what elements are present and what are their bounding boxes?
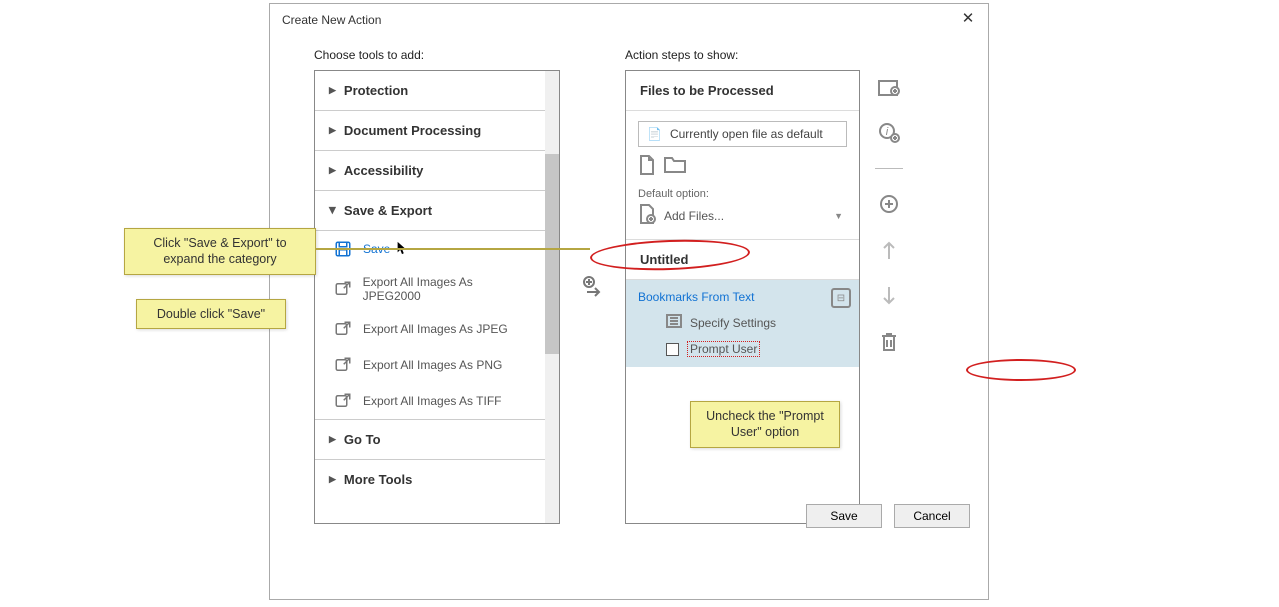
- add-file-icon: [638, 204, 656, 227]
- title-bar: Create New Action ✕: [270, 4, 988, 36]
- cancel-button[interactable]: Cancel: [894, 504, 970, 528]
- category-label: Document Processing: [344, 123, 481, 138]
- export-icon: [333, 279, 353, 299]
- export-icon: [333, 319, 353, 339]
- category-save-export[interactable]: ▶ Save & Export: [315, 191, 559, 231]
- specify-settings-row[interactable]: Specify Settings: [638, 314, 847, 331]
- prompt-user-row[interactable]: Prompt User: [638, 341, 847, 357]
- tool-label: Export All Images As JPEG: [363, 322, 508, 336]
- chevron-right-icon: ▶: [329, 474, 336, 485]
- callout-uncheck-prompt: Uncheck the "Prompt User" option: [690, 401, 840, 448]
- add-instruction-icon[interactable]: i: [878, 122, 900, 144]
- scrollbar-thumb[interactable]: [545, 154, 559, 354]
- highlight-prompt-user: [966, 359, 1076, 381]
- tool-export-jpeg2000[interactable]: Export All Images As JPEG2000: [315, 267, 545, 311]
- add-folder-icon[interactable]: [878, 76, 900, 98]
- move-down-icon[interactable]: [878, 285, 900, 307]
- action-step[interactable]: Bookmarks From Text ⊟ Specify Settings P…: [626, 280, 859, 367]
- category-label: Go To: [344, 432, 381, 447]
- default-option-label: Default option:: [638, 188, 847, 200]
- step-options-icon[interactable]: ⊟: [831, 288, 851, 308]
- tools-list: ▶ Protection ▶ Document Processing ▶ Acc…: [314, 70, 560, 524]
- current-file-row[interactable]: 📄 Currently open file as default: [638, 121, 847, 147]
- chevron-right-icon: ▶: [329, 125, 336, 136]
- steps-section-label: Action steps to show:: [625, 48, 860, 62]
- category-document-processing[interactable]: ▶ Document Processing: [315, 111, 559, 151]
- dropdown-icon: ▼: [834, 211, 843, 221]
- category-label: Accessibility: [344, 163, 424, 178]
- settings-list-icon: [666, 314, 682, 331]
- files-header: Files to be Processed: [626, 71, 859, 111]
- tool-label: Export All Images As TIFF: [363, 394, 502, 408]
- export-icon: [333, 391, 353, 411]
- chevron-right-icon: ▶: [329, 165, 336, 176]
- tool-label: Export All Images As JPEG2000: [363, 275, 531, 303]
- add-files-dropdown[interactable]: Add Files... ▼: [638, 204, 847, 227]
- close-icon[interactable]: ✕: [958, 8, 978, 28]
- steps-box: Files to be Processed 📄 Currently open f…: [625, 70, 860, 524]
- callout-double-click-save: Double click "Save": [136, 299, 286, 329]
- tool-export-tiff[interactable]: Export All Images As TIFF: [315, 383, 545, 419]
- add-files-label: Add Files...: [664, 209, 724, 223]
- new-file-icon[interactable]: [638, 155, 656, 178]
- category-label: More Tools: [344, 472, 412, 487]
- specify-label: Specify Settings: [690, 316, 776, 330]
- move-up-icon[interactable]: [878, 239, 900, 261]
- choose-tools-label: Choose tools to add:: [314, 48, 560, 62]
- category-protection[interactable]: ▶ Protection: [315, 71, 559, 111]
- tool-label: Export All Images As PNG: [363, 358, 502, 372]
- chevron-down-icon: ▶: [327, 207, 338, 214]
- category-label: Protection: [344, 83, 408, 98]
- tool-export-jpeg[interactable]: Export All Images As JPEG: [315, 311, 545, 347]
- export-icon: [333, 355, 353, 375]
- dialog-title: Create New Action: [282, 13, 381, 27]
- prompt-label: Prompt User: [687, 341, 760, 357]
- category-accessibility[interactable]: ▶ Accessibility: [315, 151, 559, 191]
- callout-save-export: Click "Save & Export" to expand the cate…: [124, 228, 316, 275]
- step-name: Bookmarks From Text: [638, 290, 847, 304]
- divider: [875, 168, 903, 169]
- chevron-right-icon: ▶: [329, 434, 336, 445]
- create-action-dialog: Create New Action ✕ Choose tools to add:…: [269, 3, 989, 600]
- add-step-icon[interactable]: [581, 274, 605, 298]
- tool-export-png[interactable]: Export All Images As PNG: [315, 347, 545, 383]
- category-more-tools[interactable]: ▶ More Tools: [315, 460, 559, 499]
- prompt-user-checkbox[interactable]: [666, 343, 679, 356]
- save-button[interactable]: Save: [806, 504, 882, 528]
- pdf-icon: 📄: [647, 127, 662, 141]
- svg-text:i: i: [886, 126, 889, 138]
- chevron-right-icon: ▶: [329, 85, 336, 96]
- current-file-label: Currently open file as default: [670, 127, 823, 141]
- delete-icon[interactable]: [878, 331, 900, 353]
- add-divider-icon[interactable]: [878, 193, 900, 215]
- category-goto[interactable]: ▶ Go To: [315, 419, 559, 460]
- callout-connector: [316, 248, 590, 250]
- folder-icon[interactable]: [664, 155, 686, 178]
- category-label: Save & Export: [344, 203, 432, 218]
